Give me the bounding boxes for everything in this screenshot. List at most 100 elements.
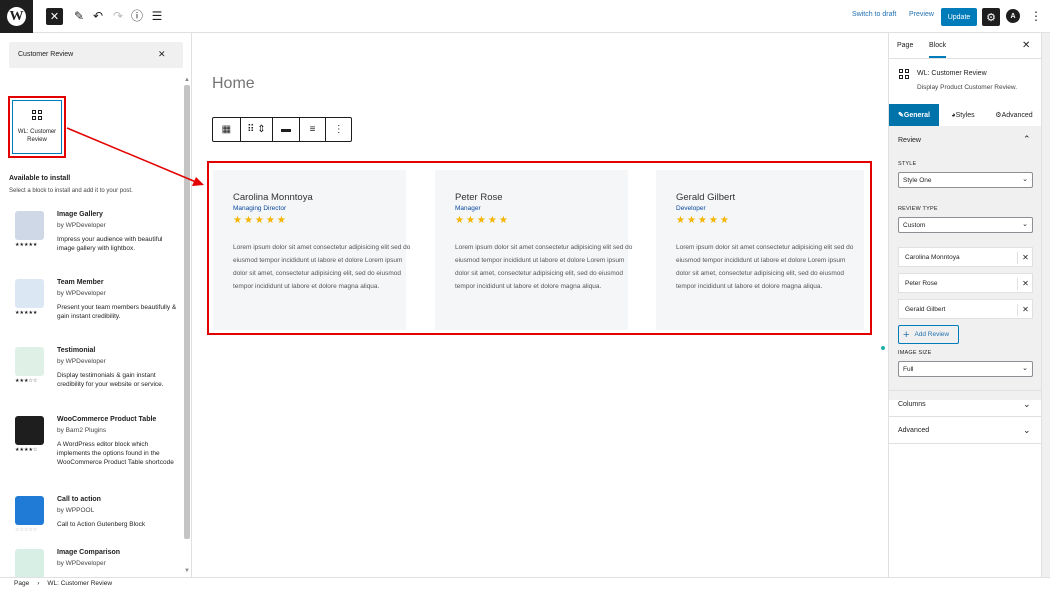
settings-gear-icon[interactable]: ⚙ <box>982 8 1000 26</box>
switch-to-draft-button[interactable]: Switch to draft <box>852 11 896 18</box>
add-review-label: Add Review <box>914 331 950 338</box>
plugin-author: by WPDeveloper <box>57 358 106 365</box>
plugin-name: Call to action <box>57 496 101 503</box>
review-panel: Review ⌃ STYLE Style One ⌄ REVIEW TYPE Cu… <box>889 126 1041 400</box>
inserter-scrollbar[interactable] <box>184 85 190 539</box>
close-sidebar-icon[interactable]: ✕ <box>1022 40 1030 51</box>
image-size-label: IMAGE SIZE <box>898 350 932 356</box>
tab-general[interactable]: ✎ General <box>889 104 939 126</box>
block-type-icon[interactable]: ▦ <box>213 118 241 141</box>
block-result-wl-customer-review[interactable]: WL: Customer Review <box>8 96 66 158</box>
reviewer-role: Manager <box>455 205 481 212</box>
add-review-button[interactable]: + Add Review <box>898 325 959 344</box>
clear-search-icon[interactable]: ✕ <box>158 49 166 60</box>
rating-stars: ★★★★☆ <box>15 447 38 453</box>
reviewer-role: Developer <box>676 205 706 212</box>
plugin-name: Image Gallery <box>57 211 103 218</box>
review-card: Carolina Monntoya Managing Director ★★★★… <box>213 170 410 330</box>
review-type-value: Custom <box>903 222 926 229</box>
image-size-value: Full <box>903 366 914 373</box>
align-text-icon[interactable]: ≡ <box>300 118 327 141</box>
image-size-select[interactable]: Full ⌄ <box>898 361 1033 377</box>
review-list-item[interactable]: Carolina Monntoya ✕ <box>898 247 1033 267</box>
rating-stars: ★★★☆☆ <box>15 378 38 384</box>
sidebar-scrollbar[interactable] <box>1041 33 1050 577</box>
undo-icon[interactable]: ↶ <box>91 9 105 23</box>
close-inserter-button[interactable]: ✕ <box>46 8 63 25</box>
testimonial-icon <box>15 347 44 376</box>
plugin-name: Team Member <box>57 279 104 286</box>
remove-icon[interactable]: ✕ <box>1017 304 1033 316</box>
tab-styles[interactable]: ◕ Styles <box>939 104 987 126</box>
scroll-up-arrow[interactable]: ▲ <box>184 77 190 83</box>
tab-page[interactable]: Page <box>897 42 913 49</box>
plugin-author: by WPDeveloper <box>57 290 106 297</box>
columns-panel[interactable]: Columns ⌄ <box>889 390 1041 417</box>
review-text: Lorem ipsum dolor sit amet consectetur a… <box>455 244 633 290</box>
plugin-description: A WordPress editor block which implement… <box>57 441 174 466</box>
plugin-name: WooCommerce Product Table <box>57 416 157 423</box>
advanced-panel[interactable]: Advanced ⌄ <box>889 417 1041 444</box>
block-title: WL: Customer Review <box>917 70 987 77</box>
plugin-item[interactable]: ★★★☆☆ Testimonial by WPDeveloper Display… <box>15 347 185 407</box>
image-comparison-icon <box>15 549 44 577</box>
advanced-panel-title: Advanced <box>898 427 930 434</box>
plugin-author: by WPDeveloper <box>57 222 106 229</box>
astra-icon[interactable]: A <box>1006 9 1020 23</box>
block-more-options-icon[interactable]: ⋮ <box>326 118 351 141</box>
style-select[interactable]: Style One ⌄ <box>898 172 1033 188</box>
customer-review-block[interactable]: Carolina Monntoya Managing Director ★★★★… <box>207 161 872 335</box>
update-button[interactable]: Update <box>941 8 977 26</box>
rating-stars: ★★★★★ <box>676 215 731 226</box>
plugin-item[interactable]: ★★★★☆ WooCommerce Product Table by Barn2… <box>15 416 185 486</box>
review-card: Gerald Gilbert Developer ★★★★★ Lorem ips… <box>656 170 864 330</box>
chevron-down-icon: ⌄ <box>1023 425 1031 435</box>
drag-move-icon[interactable]: ⠿ ⇕ <box>241 118 274 141</box>
tab-advanced[interactable]: ⚙ Advanced <box>987 104 1041 126</box>
available-to-install-title: Available to install <box>9 175 71 182</box>
rating-stars: ★★★★★ <box>455 215 510 226</box>
pencil-icon[interactable]: ✎ <box>72 9 86 23</box>
scroll-down-arrow[interactable]: ▼ <box>184 568 190 574</box>
review-type-label: REVIEW TYPE <box>898 206 938 212</box>
wordpress-logo-icon[interactable]: W <box>0 0 33 33</box>
review-text: Lorem ipsum dolor sit amet consectetur a… <box>676 244 854 290</box>
page-title[interactable]: Home <box>212 75 255 93</box>
breadcrumb: Page › WL: Customer Review <box>0 577 1050 590</box>
available-to-install-subtitle: Select a block to install and add it to … <box>9 188 133 194</box>
inserter-dot[interactable] <box>881 346 885 350</box>
chevron-down-icon: ⌄ <box>1022 176 1028 183</box>
chevron-down-icon: ⌄ <box>1022 365 1028 372</box>
style-label: STYLE <box>898 161 917 167</box>
style-select-value: Style One <box>903 177 932 184</box>
redo-icon[interactable]: ↷ <box>111 9 125 23</box>
review-type-select[interactable]: Custom ⌄ <box>898 217 1033 233</box>
settings-tabs: ✎ General ◕ Styles ⚙ Advanced <box>889 104 1041 126</box>
remove-icon[interactable]: ✕ <box>1017 278 1033 290</box>
info-icon[interactable]: ⓘ <box>130 9 144 23</box>
settings-sidebar: Page Block ✕ WL: Customer Review Display… <box>888 33 1050 577</box>
plugin-name: Image Comparison <box>57 549 121 556</box>
plugin-item[interactable]: ☆☆☆☆☆ Call to action by WPPOOL Call to A… <box>15 496 185 541</box>
plugin-item[interactable]: ★★★★★ Team Member by WPDeveloper Present… <box>15 279 185 339</box>
block-search-input[interactable]: Customer Review <box>9 42 183 68</box>
breadcrumb-block[interactable]: WL: Customer Review <box>47 580 112 588</box>
review-list-item[interactable]: Peter Rose ✕ <box>898 273 1033 293</box>
list-view-icon[interactable]: ☰ <box>150 9 164 23</box>
grid-block-icon <box>899 69 909 79</box>
columns-panel-title: Columns <box>898 401 926 408</box>
image-gallery-icon <box>15 211 44 240</box>
plugin-item[interactable]: Image Comparison by WPDeveloper <box>15 549 185 577</box>
plugin-description: Present your team members beautifully & … <box>57 304 177 320</box>
review-list-item[interactable]: Gerald Gilbert ✕ <box>898 299 1033 319</box>
chevron-up-icon[interactable]: ⌃ <box>1023 134 1031 145</box>
align-block-icon[interactable]: ▬ <box>273 118 300 141</box>
plugin-item[interactable]: ★★★★★ Image Gallery by WPDeveloper Impre… <box>15 211 185 271</box>
more-options-icon[interactable]: ⋮ <box>1030 9 1042 23</box>
grid-block-icon <box>32 110 42 120</box>
breadcrumb-page[interactable]: Page <box>14 580 29 588</box>
remove-icon[interactable]: ✕ <box>1017 252 1033 264</box>
preview-button[interactable]: Preview <box>909 11 934 18</box>
tab-block[interactable]: Block <box>929 42 947 58</box>
review-panel-title[interactable]: Review <box>898 137 921 144</box>
